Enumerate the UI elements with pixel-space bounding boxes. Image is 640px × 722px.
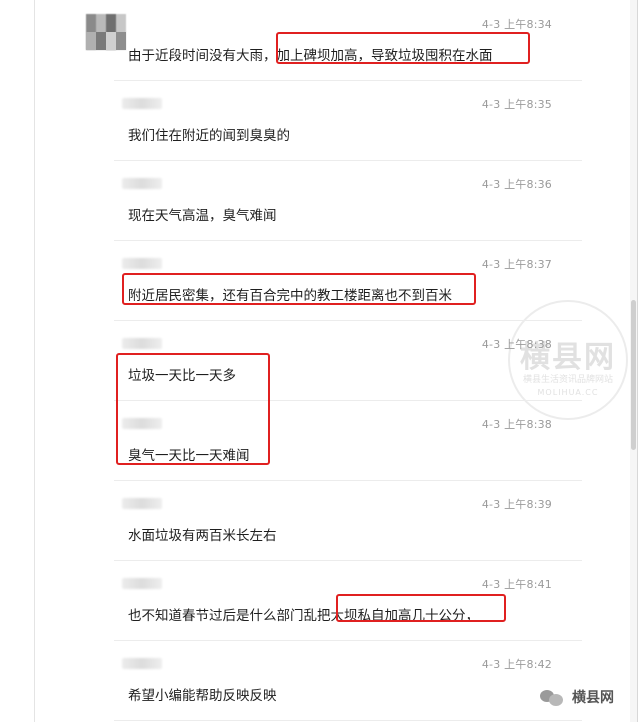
sender-name bbox=[122, 498, 162, 509]
message-time: 4-3 上午8:36 bbox=[481, 178, 552, 191]
message-item: 4-3 上午8:36 现在天气高温，臭气难闻 bbox=[114, 160, 582, 241]
sender-name bbox=[122, 578, 162, 589]
left-divider bbox=[34, 0, 35, 722]
brand-name: 横县网 bbox=[572, 690, 614, 706]
sender-name bbox=[122, 258, 162, 269]
highlight-box bbox=[276, 32, 530, 64]
message-text: 希望小编能帮助反映反映 bbox=[128, 688, 277, 704]
highlight-box bbox=[116, 353, 270, 465]
highlight-box bbox=[336, 594, 506, 622]
message-time: 4-3 上午8:38 bbox=[481, 418, 552, 431]
message-time: 4-3 上午8:34 bbox=[481, 18, 552, 31]
message-text: 水面垃圾有两百米长左右 bbox=[128, 528, 277, 544]
wechat-icon bbox=[540, 688, 566, 706]
message-text: 我们住在附近的闻到臭臭的 bbox=[128, 128, 290, 144]
message-time: 4-3 上午8:41 bbox=[481, 578, 552, 591]
scrollbar-thumb[interactable] bbox=[631, 300, 636, 450]
message-time: 4-3 上午8:39 bbox=[481, 498, 552, 511]
message-item: 4-3 上午8:35 我们住在附近的闻到臭臭的 bbox=[114, 80, 582, 161]
message-item: 4-3 上午8:39 水面垃圾有两百米长左右 bbox=[114, 480, 582, 561]
message-time: 4-3 上午8:37 bbox=[481, 258, 552, 271]
highlight-box bbox=[122, 273, 476, 305]
message-text: 现在天气高温，臭气难闻 bbox=[128, 208, 277, 224]
message-time: 4-3 上午8:42 bbox=[481, 658, 552, 671]
message-time: 4-3 上午8:35 bbox=[481, 98, 552, 111]
message-time: 4-3 上午8:38 bbox=[481, 338, 552, 351]
brand-footer: 横县网 bbox=[540, 686, 614, 708]
message-item: 4-3 上午8:42 希望小编能帮助反映反映 bbox=[114, 640, 582, 721]
sender-name bbox=[122, 178, 162, 189]
right-divider bbox=[637, 0, 638, 722]
sender-name bbox=[122, 98, 162, 109]
sender-name bbox=[122, 338, 162, 349]
sender-name bbox=[122, 658, 162, 669]
